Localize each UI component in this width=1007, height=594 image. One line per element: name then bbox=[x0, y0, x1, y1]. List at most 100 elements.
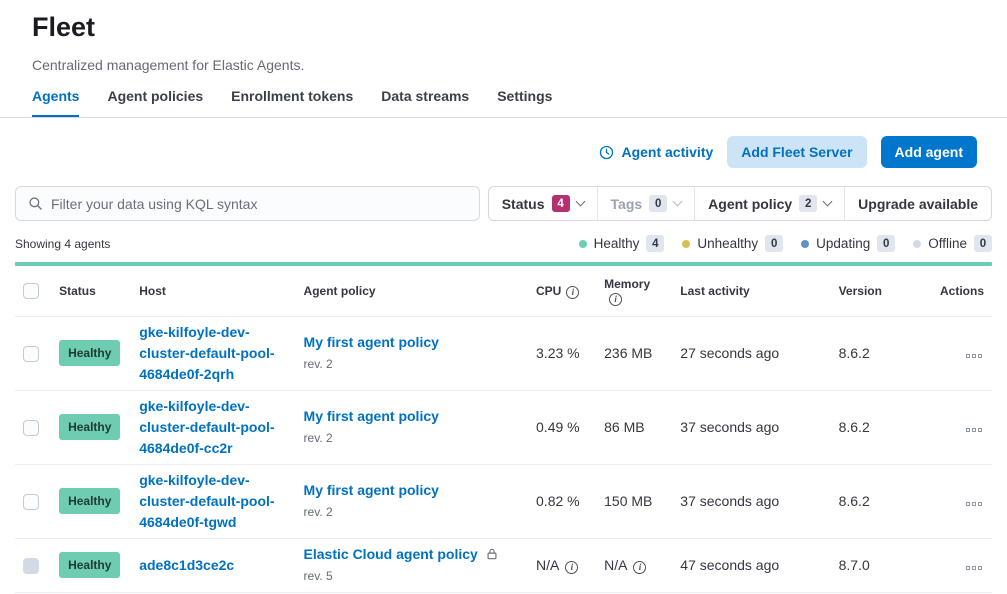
tab-data-streams[interactable]: Data streams bbox=[381, 88, 469, 117]
host-link[interactable]: ade8c1d3ce2c bbox=[139, 555, 234, 576]
filter-agent-policy-button[interactable]: Agent policy 2 bbox=[694, 187, 844, 220]
policy-revision: rev. 2 bbox=[304, 502, 520, 523]
memory-value: 236 MB bbox=[596, 316, 672, 390]
page-subtitle: Centralized management for Elastic Agent… bbox=[32, 57, 975, 73]
agent-policy-link[interactable]: My first agent policy bbox=[304, 332, 439, 353]
agent-activity-button[interactable]: Agent activity bbox=[599, 144, 713, 160]
updating-dot-icon bbox=[801, 240, 809, 248]
info-icon[interactable]: i bbox=[633, 561, 646, 574]
host-link[interactable]: gke-kilfoyle-dev-cluster-default-pool-46… bbox=[139, 396, 287, 459]
memory-value: 150 MB bbox=[596, 464, 672, 538]
memory-value: 86 MB bbox=[596, 390, 672, 464]
offline-dot-icon bbox=[913, 240, 921, 248]
agent-policy-link[interactable]: My first agent policy bbox=[304, 406, 439, 427]
chevron-down-icon bbox=[823, 197, 833, 207]
legend-offline-count: 0 bbox=[974, 235, 992, 252]
filter-row: Status 4 Tags 0 Agent policy 2 Upgrade a… bbox=[15, 186, 992, 221]
filter-tags-label: Tags bbox=[611, 196, 643, 212]
tab-agents[interactable]: Agents bbox=[32, 88, 79, 117]
info-icon[interactable]: i bbox=[566, 286, 579, 299]
boxes-horizontal-icon bbox=[966, 354, 970, 358]
filter-tags-button[interactable]: Tags 0 bbox=[597, 187, 695, 220]
cpu-value: 0.82 % bbox=[528, 464, 596, 538]
filter-agent-policy-count-badge: 2 bbox=[799, 195, 817, 212]
table-row: Healthy gke-kilfoyle-dev-cluster-default… bbox=[15, 390, 992, 464]
legend-updating-count: 0 bbox=[877, 235, 895, 252]
legend-offline-label: Offline bbox=[928, 236, 967, 251]
filter-tags-count-badge: 0 bbox=[649, 195, 667, 212]
header-status: Status bbox=[51, 266, 131, 316]
row-checkbox-disabled bbox=[23, 558, 39, 574]
policy-revision: rev. 2 bbox=[304, 428, 520, 449]
header-agent-policy: Agent policy bbox=[296, 266, 528, 316]
add-agent-button[interactable]: Add agent bbox=[881, 136, 977, 168]
health-legend: Healthy 4 Unhealthy 0 Updating 0 Offline… bbox=[579, 235, 992, 252]
legend-healthy: Healthy 4 bbox=[579, 235, 665, 252]
legend-healthy-label: Healthy bbox=[594, 236, 640, 251]
header-host: Host bbox=[131, 266, 295, 316]
header-actions: Actions bbox=[929, 266, 992, 316]
policy-revision: rev. 2 bbox=[304, 354, 520, 375]
tab-agent-policies[interactable]: Agent policies bbox=[107, 88, 203, 117]
legend-updating: Updating 0 bbox=[801, 235, 895, 252]
version-value: 8.6.2 bbox=[831, 390, 929, 464]
version-value: 8.6.2 bbox=[831, 316, 929, 390]
row-checkbox[interactable] bbox=[23, 346, 39, 362]
summary-row: Showing 4 agents Healthy 4 Unhealthy 0 U… bbox=[15, 235, 992, 252]
status-badge: Healthy bbox=[59, 488, 120, 514]
last-activity-value: 27 seconds ago bbox=[672, 316, 830, 390]
host-link[interactable]: gke-kilfoyle-dev-cluster-default-pool-46… bbox=[139, 322, 287, 385]
add-fleet-server-button[interactable]: Add Fleet Server bbox=[727, 136, 866, 168]
kql-search-box bbox=[15, 186, 480, 221]
filter-upgrade-available-button[interactable]: Upgrade available bbox=[844, 187, 991, 220]
select-all-checkbox[interactable] bbox=[23, 283, 39, 299]
host-link[interactable]: gke-kilfoyle-dev-cluster-default-pool-46… bbox=[139, 470, 287, 533]
page-title: Fleet bbox=[32, 10, 975, 44]
agent-policy-link[interactable]: My first agent policy bbox=[304, 480, 439, 501]
tab-settings[interactable]: Settings bbox=[497, 88, 552, 117]
filter-agent-policy-label: Agent policy bbox=[708, 196, 792, 212]
memory-value: N/Ai bbox=[596, 538, 672, 592]
fleet-header: Fleet Centralized management for Elastic… bbox=[0, 0, 1007, 118]
last-activity-value: 47 seconds ago bbox=[672, 538, 830, 592]
chevron-down-icon bbox=[673, 197, 683, 207]
unhealthy-dot-icon bbox=[682, 240, 690, 248]
row-actions-button[interactable] bbox=[964, 498, 984, 510]
row-checkbox[interactable] bbox=[23, 420, 39, 436]
filter-status-button[interactable]: Status 4 bbox=[489, 187, 597, 220]
agents-panel: Agent activity Add Fleet Server Add agen… bbox=[0, 118, 1007, 594]
row-actions-button[interactable] bbox=[964, 350, 984, 362]
info-icon[interactable]: i bbox=[609, 293, 622, 306]
legend-updating-label: Updating bbox=[816, 236, 870, 251]
version-value: 8.7.0 bbox=[831, 538, 929, 592]
row-actions-button[interactable] bbox=[964, 424, 984, 436]
boxes-horizontal-icon bbox=[966, 566, 970, 570]
row-actions-button[interactable] bbox=[964, 562, 984, 574]
agent-policy-link[interactable]: Elastic Cloud agent policy bbox=[304, 544, 478, 565]
status-badge: Healthy bbox=[59, 552, 120, 578]
healthy-dot-icon bbox=[579, 240, 587, 248]
filter-status-label: Status bbox=[502, 196, 545, 212]
legend-offline: Offline 0 bbox=[913, 235, 992, 252]
legend-unhealthy-count: 0 bbox=[765, 235, 783, 252]
info-icon[interactable]: i bbox=[565, 561, 578, 574]
tab-enrollment-tokens[interactable]: Enrollment tokens bbox=[231, 88, 353, 117]
agent-activity-label: Agent activity bbox=[621, 144, 713, 160]
row-checkbox[interactable] bbox=[23, 494, 39, 510]
header-actions: Agent activity Add Fleet Server Add agen… bbox=[15, 136, 977, 168]
tab-bar: Agents Agent policies Enrollment tokens … bbox=[32, 88, 975, 117]
cpu-value: 3.23 % bbox=[528, 316, 596, 390]
filter-group: Status 4 Tags 0 Agent policy 2 Upgrade a… bbox=[488, 186, 992, 221]
legend-healthy-count: 4 bbox=[646, 235, 664, 252]
agents-table: Status Host Agent policy CPUi Memoryi La… bbox=[15, 266, 992, 593]
last-activity-value: 37 seconds ago bbox=[672, 390, 830, 464]
header-last-activity: Last activity bbox=[672, 266, 830, 316]
table-row: Healthy gke-kilfoyle-dev-cluster-default… bbox=[15, 464, 992, 538]
status-badge: Healthy bbox=[59, 340, 120, 366]
clock-icon bbox=[599, 145, 614, 160]
version-value: 8.6.2 bbox=[831, 464, 929, 538]
legend-unhealthy-label: Unhealthy bbox=[697, 236, 758, 251]
kql-search-input[interactable] bbox=[51, 196, 467, 212]
cpu-value: N/Ai bbox=[528, 538, 596, 592]
boxes-horizontal-icon bbox=[966, 428, 970, 432]
